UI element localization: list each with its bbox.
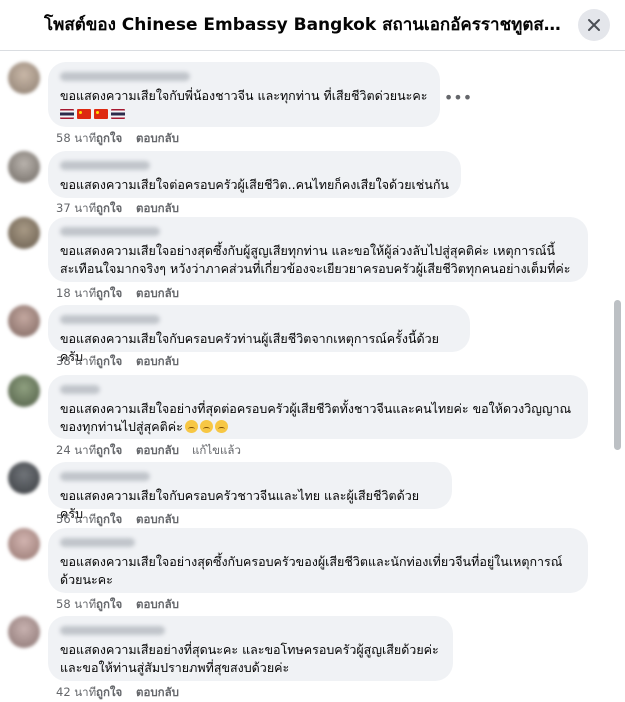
reply-button[interactable]: ตอบกลับ [136,442,192,460]
reply-button[interactable]: ตอบกลับ [136,200,206,218]
comment-time[interactable]: 37 นาที [56,200,96,218]
comment-actions: 24 นาที ถูกใจ ตอบกลับ แก้ไขแล้ว [56,442,241,460]
china-flag-icon [77,108,91,119]
like-button[interactable]: ถูกใจ [96,130,136,148]
china-flag-icon [94,108,108,119]
like-button[interactable]: ถูกใจ [96,596,136,614]
avatar[interactable] [8,305,40,337]
comment-text: ขอแสดงความเสียใจต่อครอบครัวผู้เสียชีวิต.… [60,177,449,192]
reply-button[interactable]: ตอบกลับ [136,130,206,148]
comment-time[interactable]: 58 นาที [56,130,96,148]
scrollbar-thumb[interactable] [614,300,621,450]
comment-time[interactable]: 38 นาที [56,353,96,371]
comment-bubble: ขอแสดงความเสียใจอย่างสุดซึ้งกับผู้สูญเสี… [48,217,588,282]
author-name[interactable] [60,538,135,547]
like-button[interactable]: ถูกใจ [96,511,136,529]
comment-time[interactable]: 42 นาที [56,684,96,702]
comment-bubble: ขอแสดงความเสียใจต่อครอบครัวผู้เสียชีวิต.… [48,151,461,198]
comment-bubble: ขอแสดงความเสียใจกับพี่น้องชาวจีน และทุกท… [48,62,440,127]
author-name[interactable] [60,227,160,236]
comment-text: ขอแสดงความเสียใจกับพี่น้องชาวจีน และทุกท… [60,88,428,103]
sad-face-icon [199,420,213,433]
comment-actions: 42 นาที ถูกใจ ตอบกลับ [56,684,206,702]
avatar[interactable] [8,151,40,183]
comment-actions: 58 นาที ถูกใจ ตอบกลับ [56,130,206,148]
comment-time[interactable]: 24 นาที [56,442,96,460]
comment-text: ขอแสดงความเสียใจอย่างสุดซึ้งกับผู้สูญเสี… [60,243,571,276]
avatar[interactable] [8,528,40,560]
reply-button[interactable]: ตอบกลับ [136,596,206,614]
author-name[interactable] [60,72,190,81]
comment-text: ขอแสดงความเสียอย่างที่สุดนะคะ และขอโทษคร… [60,642,439,675]
reply-button[interactable]: ตอบกลับ [136,511,206,529]
sad-face-icon [184,420,198,433]
author-name[interactable] [60,385,100,394]
comment-time[interactable]: 58 นาที [56,596,96,614]
author-name[interactable] [60,315,160,324]
comment-actions: 18 นาที ถูกใจ ตอบกลับ [56,285,206,303]
sad-face-icon [214,420,228,433]
comment-text: ขอแสดงความเสียใจอย่างที่สุดต่อครอบครัวผู… [60,400,576,436]
comment-bubble: ขอแสดงความเสียใจกับครอบครัวชาวจีนและไทย … [48,462,452,521]
author-name[interactable] [60,626,165,635]
avatar[interactable] [8,375,40,407]
avatar[interactable] [8,616,40,648]
edited-label: แก้ไขแล้ว [192,443,241,457]
like-button[interactable]: ถูกใจ [96,285,136,303]
author-name[interactable] [60,161,150,170]
avatar[interactable] [8,62,40,94]
reply-button[interactable]: ตอบกลับ [136,684,206,702]
avatar[interactable] [8,462,40,494]
more-options-button[interactable]: ••• [444,83,472,111]
like-button[interactable]: ถูกใจ [96,353,136,371]
thailand-flag-icon [60,108,74,119]
comment-body: ขอแสดงความเสียใจอย่างที่สุดต่อครอบครัวผู… [60,401,572,434]
close-icon [588,19,600,31]
comment-time[interactable]: 18 นาที [56,285,96,303]
like-button[interactable]: ถูกใจ [96,684,136,702]
ellipsis-icon: ••• [443,87,473,107]
comment-actions: 58 นาที ถูกใจ ตอบกลับ [56,596,206,614]
comment-bubble: ขอแสดงความเสียใจอย่างสุดซึ้งกับครอบครัวข… [48,528,588,593]
comment-actions: 37 นาที ถูกใจ ตอบกลับ [56,200,206,218]
comment-bubble: ขอแสดงความเสียใจกับครอบครัวท่านผู้เสียชี… [48,305,470,364]
close-button[interactable] [578,9,610,41]
comment-text: ขอแสดงความเสียใจอย่างสุดซึ้งกับครอบครัวข… [60,554,563,587]
like-button[interactable]: ถูกใจ [96,442,136,460]
dialog-header: โพสต์ของ Chinese Embassy Bangkok สถานเอก… [0,0,625,51]
avatar[interactable] [8,217,40,249]
reply-button[interactable]: ตอบกลับ [136,353,206,371]
comment-bubble: ขอแสดงความเสียอย่างที่สุดนะคะ และขอโทษคร… [48,616,453,681]
like-button[interactable]: ถูกใจ [96,200,136,218]
thailand-flag-icon [111,108,125,119]
comment-actions: 56 นาที ถูกใจ ตอบกลับ [56,511,206,529]
dialog-title: โพสต์ของ Chinese Embassy Bangkok สถานเอก… [44,15,569,35]
comment-time[interactable]: 56 นาที [56,511,96,529]
comment-bubble: ขอแสดงความเสียใจอย่างที่สุดต่อครอบครัวผู… [48,375,588,439]
comment-list: ขอแสดงความเสียใจกับพี่น้องชาวจีน และทุกท… [0,51,625,702]
flag-emojis [60,105,428,122]
reply-button[interactable]: ตอบกลับ [136,285,206,303]
author-name[interactable] [60,472,150,481]
comment-actions: 38 นาที ถูกใจ ตอบกลับ [56,353,206,371]
